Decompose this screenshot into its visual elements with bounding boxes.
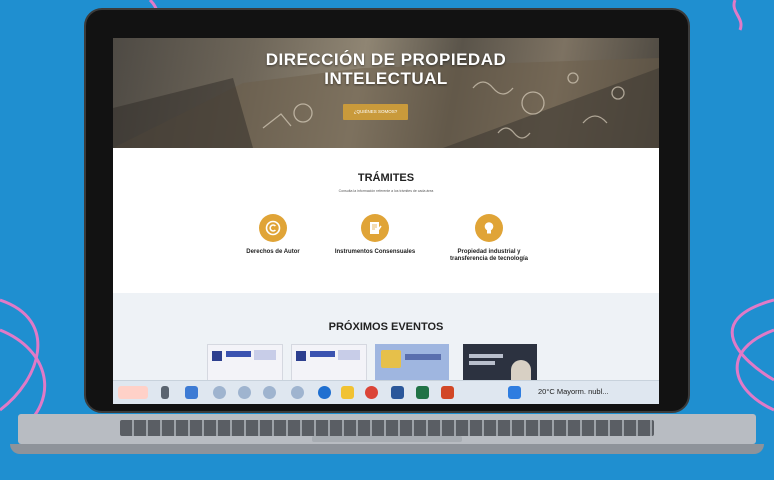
page-title-line2: INTELECTUAL xyxy=(324,69,448,88)
tramite-label-line1: Propiedad industrial y xyxy=(457,249,521,255)
excel-icon[interactable] xyxy=(416,386,429,399)
hero-banner: DIRECCIÓN DE PROPIEDAD INTELECTUAL ¿QUIÉ… xyxy=(113,38,659,148)
quienes-somos-button[interactable]: ¿QUIÉNES SOMOS? xyxy=(343,104,408,120)
eventos-title: PRÓXIMOS EVENTOS xyxy=(328,321,444,333)
event-graphic xyxy=(381,350,401,368)
event-graphic xyxy=(338,350,360,360)
powerpoint-icon[interactable] xyxy=(441,386,454,399)
browser-screen: DIRECCIÓN DE PROPIEDAD INTELECTUAL ¿QUIÉ… xyxy=(113,38,659,404)
chrome-icon[interactable] xyxy=(365,386,378,399)
event-graphic xyxy=(469,361,495,365)
folder-icon[interactable] xyxy=(341,386,354,399)
event-graphic xyxy=(310,351,335,357)
event-graphic xyxy=(405,354,441,360)
app-icon[interactable] xyxy=(213,386,226,399)
tramite-label: Propiedad industrial y transferencia de … xyxy=(429,249,549,263)
app-icon[interactable] xyxy=(238,386,251,399)
page-title: DIRECCIÓN DE PROPIEDAD INTELECTUAL xyxy=(113,50,659,88)
keyboard xyxy=(120,420,654,436)
laptop-base-front xyxy=(10,444,764,454)
tramite-propiedad-industrial[interactable]: Propiedad industrial y transferencia de … xyxy=(429,214,549,263)
weather-widget[interactable]: 20°C Mayorm. nubl... xyxy=(538,387,609,396)
tramites-title: TRÁMITES xyxy=(357,172,415,184)
widget-icon[interactable] xyxy=(118,386,148,399)
taskview-icon[interactable] xyxy=(161,386,169,399)
windows-taskbar: 20°C Mayorm. nubl... xyxy=(113,380,659,404)
app-l-icon[interactable] xyxy=(508,386,521,399)
lightbulb-icon xyxy=(475,214,503,242)
edge-icon[interactable] xyxy=(318,386,331,399)
tramite-instrumentos[interactable]: Instrumentos Consensuales xyxy=(315,214,435,256)
logo-icon xyxy=(296,351,306,361)
logo-icon xyxy=(212,351,222,361)
tramites-subtitle: Consulta la información referente a los … xyxy=(338,189,434,193)
document-pen-icon xyxy=(361,214,389,242)
app-icon[interactable] xyxy=(263,386,276,399)
word-icon[interactable] xyxy=(391,386,404,399)
app-icon[interactable] xyxy=(291,386,304,399)
event-graphic xyxy=(254,350,276,360)
explorer-icon[interactable] xyxy=(185,386,198,399)
event-graphic xyxy=(469,354,503,358)
trackpad xyxy=(312,436,462,442)
tramite-label: Instrumentos Consensuales xyxy=(334,249,416,255)
page-title-line1: DIRECCIÓN DE PROPIEDAD xyxy=(265,50,507,69)
tramite-label-line2: transferencia de tecnología xyxy=(449,256,529,262)
copyright-icon xyxy=(259,214,287,242)
event-graphic xyxy=(226,351,251,357)
